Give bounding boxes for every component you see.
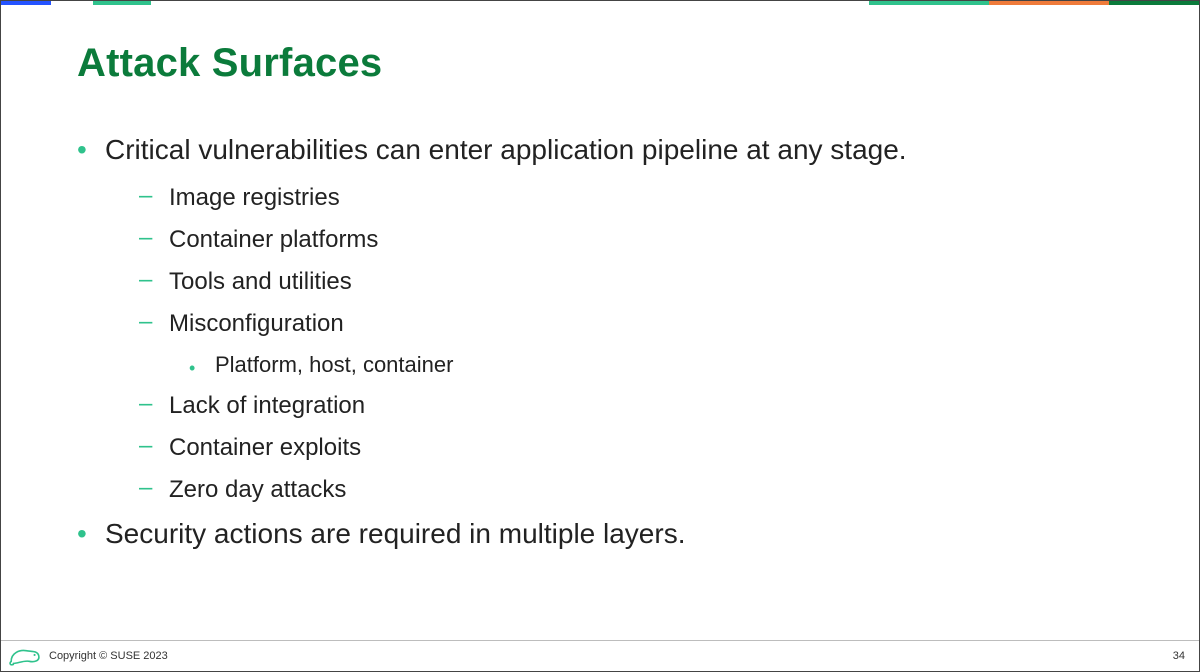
slide-accent-bar — [1, 1, 1199, 5]
dash-bullet-icon: – — [139, 310, 169, 334]
dash-bullet-icon: – — [139, 226, 169, 250]
sub-text: Tools and utilities — [169, 268, 352, 296]
copyright-text: Copyright © SUSE 2023 — [49, 650, 168, 662]
sub-text: Misconfiguration — [169, 310, 344, 338]
sub-sub-item: • Platform, host, container — [189, 352, 1139, 378]
bullet-item: • Security actions are required in multi… — [77, 518, 1139, 550]
disc-bullet-icon: • — [189, 359, 215, 377]
sub-text: Zero day attacks — [169, 476, 346, 504]
dash-bullet-icon: – — [139, 434, 169, 458]
accent-seg-blue — [1, 1, 51, 5]
sub-item: – Container platforms — [139, 226, 1139, 254]
sub-item: – Tools and utilities — [139, 268, 1139, 296]
dash-bullet-icon: – — [139, 392, 169, 416]
suse-chameleon-icon — [7, 644, 43, 668]
sub-item: – Misconfiguration • Platform, host, con… — [139, 310, 1139, 378]
sub-text: Container exploits — [169, 434, 361, 462]
sub-text: Container platforms — [169, 226, 378, 254]
slide-footer: Copyright © SUSE 2023 34 — [1, 641, 1199, 671]
accent-seg-green — [1109, 1, 1199, 5]
accent-seg-teal — [93, 1, 151, 5]
sub-text: Image registries — [169, 184, 340, 212]
bullet-item: • Critical vulnerabilities can enter app… — [77, 134, 1139, 504]
bullet-text: Critical vulnerabilities can enter appli… — [105, 134, 907, 166]
slide-title: Attack Surfaces — [77, 41, 1139, 86]
sub-sub-list: • Platform, host, container — [189, 352, 1139, 378]
accent-seg-spacer — [151, 1, 869, 5]
accent-seg-teal2 — [869, 1, 989, 5]
sub-item: – Zero day attacks — [139, 476, 1139, 504]
bullet-text: Security actions are required in multipl… — [105, 518, 685, 550]
sub-list: – Image registries – Container platforms… — [139, 184, 1139, 504]
sub-item: – Lack of integration — [139, 392, 1139, 420]
sub-sub-text: Platform, host, container — [215, 352, 453, 378]
sub-text: Lack of integration — [169, 392, 365, 420]
sub-item: – Image registries — [139, 184, 1139, 212]
disc-bullet-icon: • — [77, 136, 105, 164]
sub-item: – Container exploits — [139, 434, 1139, 462]
disc-bullet-icon: • — [77, 520, 105, 548]
accent-seg-orange — [989, 1, 1109, 5]
bullet-list: • Critical vulnerabilities can enter app… — [77, 134, 1139, 550]
page-number: 34 — [1173, 650, 1185, 662]
dash-bullet-icon: – — [139, 476, 169, 500]
dash-bullet-icon: – — [139, 268, 169, 292]
slide-content: Attack Surfaces • Critical vulnerabiliti… — [77, 41, 1139, 564]
dash-bullet-icon: – — [139, 184, 169, 208]
